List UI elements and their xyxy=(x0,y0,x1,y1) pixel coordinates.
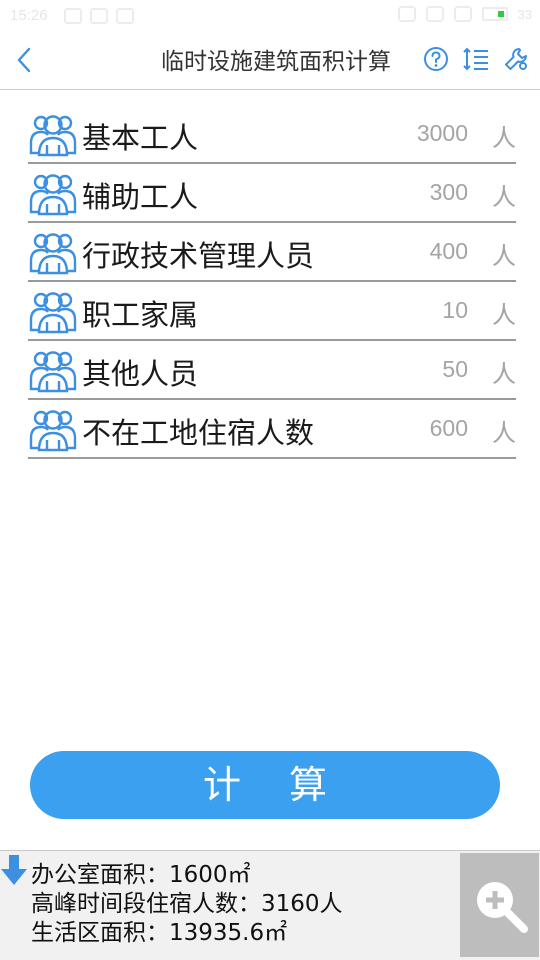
field-unit: 人 xyxy=(492,360,516,388)
field-unit: 人 xyxy=(492,183,516,211)
living-area-result: 生活区面积：13935.6㎡ xyxy=(31,920,288,946)
zoom-in-icon xyxy=(476,882,528,933)
field-value-input[interactable]: 400 xyxy=(430,238,468,265)
peak-occupants-result: 高峰时间段住宿人数：3160人 xyxy=(31,891,343,917)
sim-icon xyxy=(453,6,472,22)
field-unit: 人 xyxy=(492,242,516,270)
result-lines: 办公室面积：1600㎡ 高峰时间段住宿人数：3160人 生活区面积：13935.… xyxy=(31,861,343,948)
wrench-icon xyxy=(505,48,527,70)
result-panel: 办公室面积：1600㎡ 高峰时间段住宿人数：3160人 生活区面积：13935.… xyxy=(0,850,540,960)
field-value-input[interactable]: 600 xyxy=(430,415,468,442)
field-unit: 人 xyxy=(492,124,516,152)
people-icon xyxy=(28,286,78,334)
people-icon xyxy=(28,109,78,157)
input-list: 基本工人 3000 人 辅助工人 300 人 行政技术管理人员 400 人 职工… xyxy=(28,105,516,459)
input-row[interactable]: 行政技术管理人员 400 人 xyxy=(28,223,516,282)
mail-icon xyxy=(64,8,82,24)
people-icon xyxy=(28,227,78,275)
battery-icon xyxy=(481,7,508,21)
app-header: 临时设施建筑面积计算 xyxy=(0,34,540,90)
status-time: 15:26 xyxy=(10,7,48,24)
headset-icon xyxy=(397,6,416,22)
notification-icons xyxy=(64,8,134,24)
settings-button[interactable] xyxy=(502,45,530,73)
people-icon xyxy=(28,404,78,452)
office-area-result: 办公室面积：1600㎡ xyxy=(31,862,251,888)
battery-level: 33 xyxy=(517,6,532,22)
people-icon xyxy=(28,168,78,216)
field-label: 行政技术管理人员 xyxy=(82,239,315,273)
help-button[interactable] xyxy=(422,45,450,73)
field-label: 其他人员 xyxy=(82,357,199,391)
field-unit: 人 xyxy=(492,301,516,329)
wifi-icon xyxy=(425,6,444,22)
field-value-input[interactable]: 300 xyxy=(430,179,468,206)
field-value-input[interactable]: 10 xyxy=(442,297,468,324)
input-row[interactable]: 辅助工人 300 人 xyxy=(28,164,516,223)
sort-list-icon xyxy=(463,47,488,71)
field-value-input[interactable]: 3000 xyxy=(417,120,468,147)
field-label: 基本工人 xyxy=(82,121,199,155)
help-icon xyxy=(424,47,448,71)
arrow-down-icon xyxy=(1,855,27,885)
input-row[interactable]: 职工家属 10 人 xyxy=(28,282,516,341)
field-label: 辅助工人 xyxy=(82,180,199,214)
input-row[interactable]: 其他人员 50 人 xyxy=(28,341,516,400)
header-actions xyxy=(422,45,530,73)
sort-button[interactable] xyxy=(462,45,490,73)
zoom-button[interactable] xyxy=(460,853,539,957)
status-bar: 15:26 33 xyxy=(0,0,540,34)
input-row[interactable]: 基本工人 3000 人 xyxy=(28,105,516,164)
sync-icon xyxy=(90,8,108,24)
calculate-button[interactable]: 计 算 xyxy=(30,751,500,819)
field-label: 职工家属 xyxy=(82,298,199,332)
people-icon xyxy=(28,345,78,393)
input-row[interactable]: 不在工地住宿人数 600 人 xyxy=(28,400,516,459)
usb-icon xyxy=(116,8,134,24)
field-unit: 人 xyxy=(492,419,516,447)
field-value-input[interactable]: 50 xyxy=(442,356,468,383)
field-label: 不在工地住宿人数 xyxy=(82,416,315,450)
system-icons: 33 xyxy=(397,6,532,22)
